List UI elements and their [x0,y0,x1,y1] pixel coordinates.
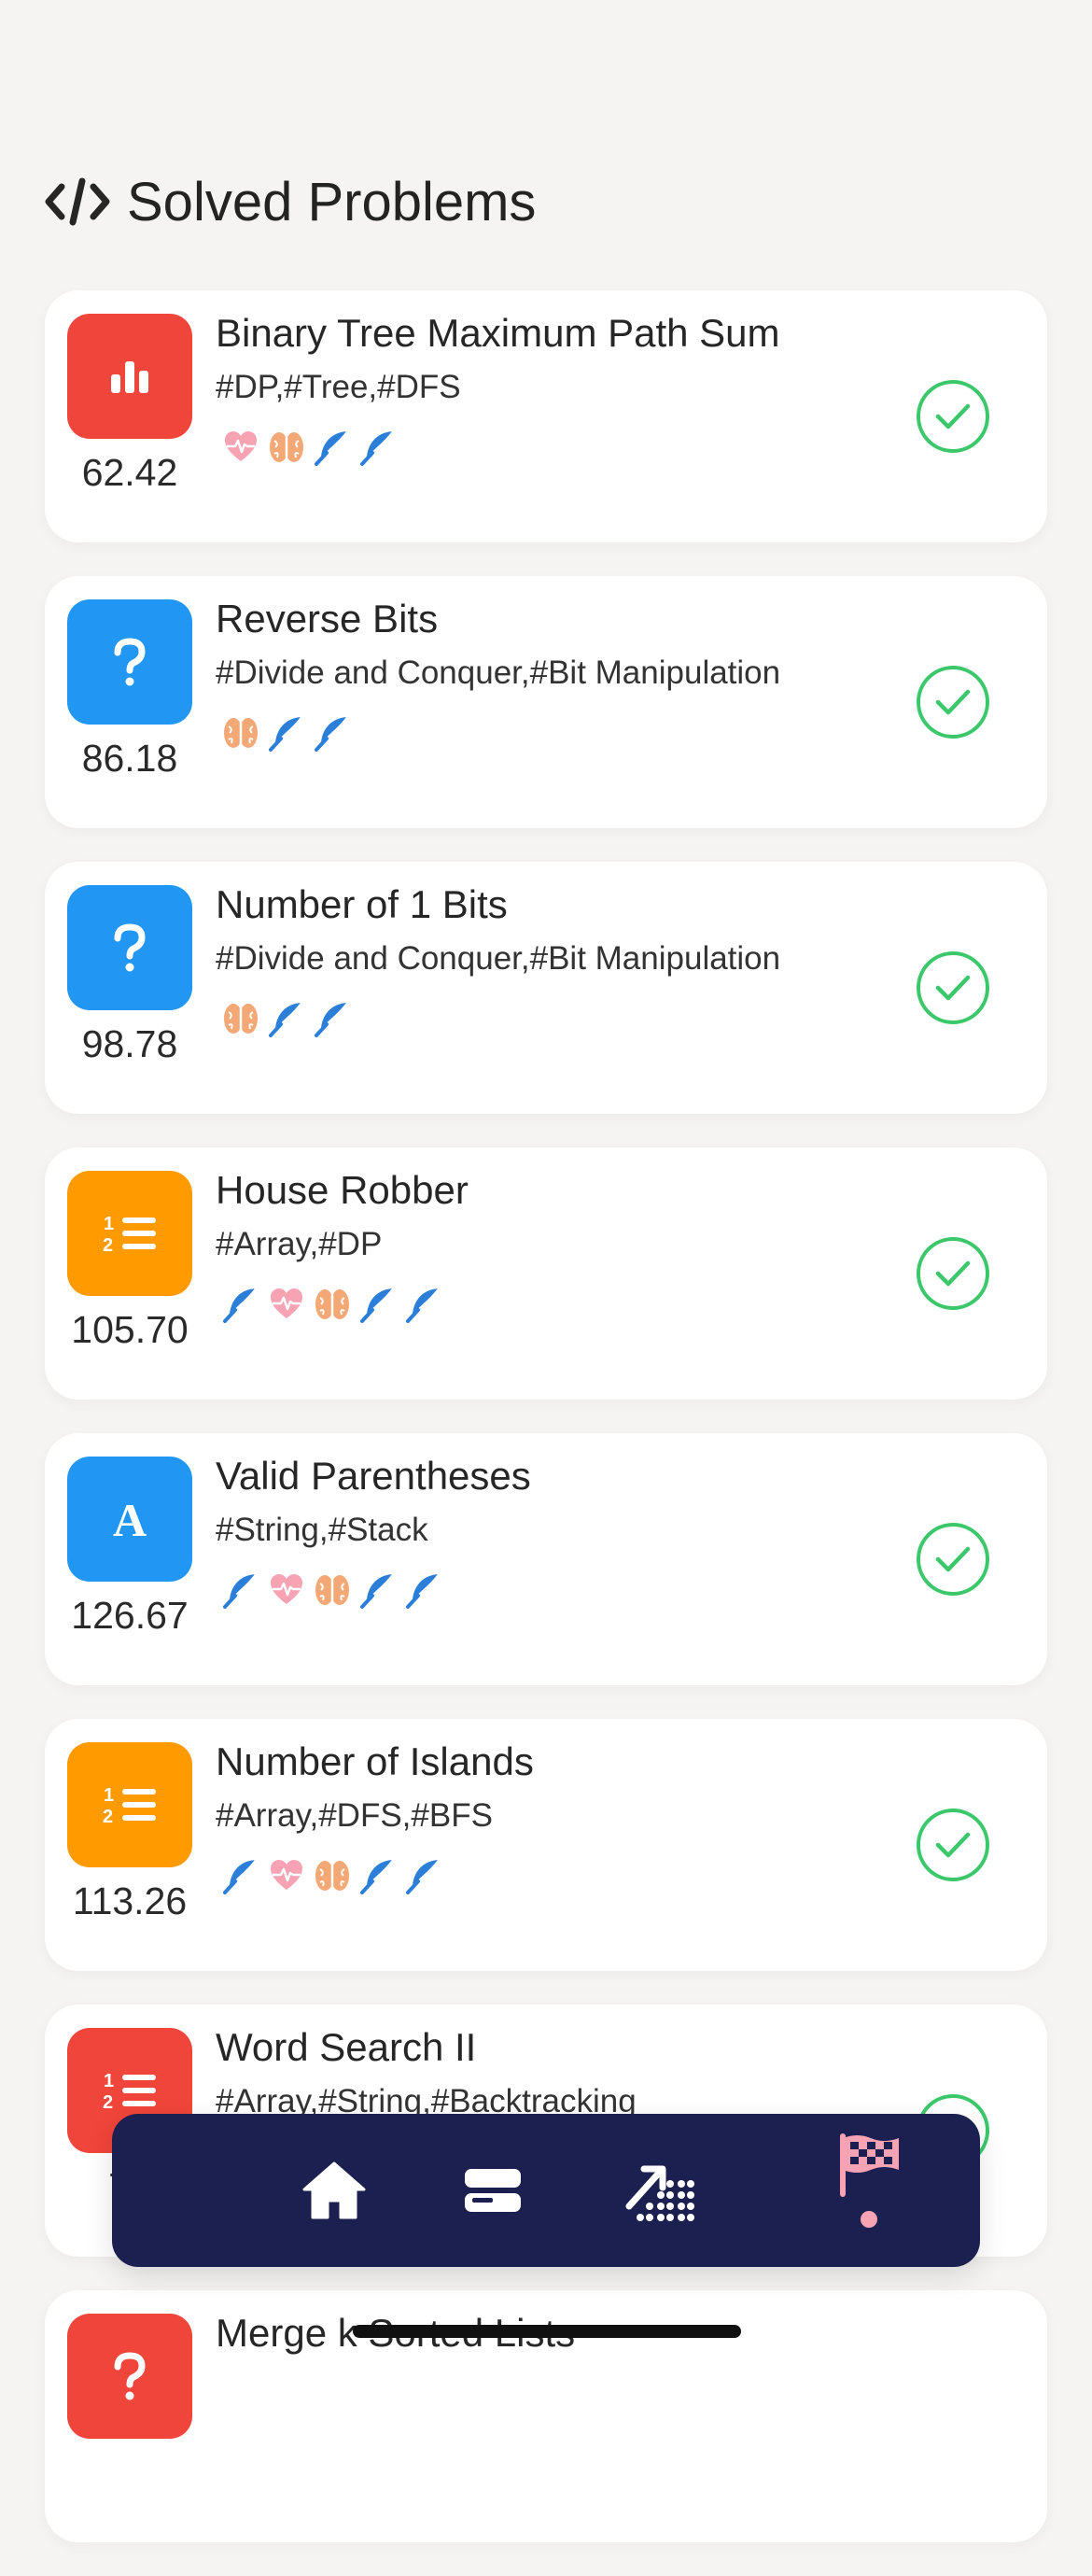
solved-check-icon [917,1809,989,1881]
feather-icon [405,1286,442,1323]
problem-score: 126.67 [71,1594,189,1637]
question-icon [109,2350,150,2402]
stack-icon [465,2169,521,2212]
problem-badge: A [67,1457,192,1582]
problem-tags: #String,#Stack [216,1512,428,1548]
attribute-icons [222,1857,442,1894]
svg-text:1: 1 [104,2071,114,2091]
feather-icon [405,1571,442,1609]
svg-text:2: 2 [103,2092,113,2112]
feather-icon [359,1857,397,1894]
page-title: Solved Problems [127,171,537,232]
problem-card[interactable]: 1 2 105.70 House Robber #Array,#DP [45,1147,1047,1400]
problem-card[interactable]: 62.42 Binary Tree Maximum Path Sum #DP,#Tr… [45,290,1047,542]
brain-icon [314,1857,351,1894]
problem-score: 105.70 [71,1308,189,1351]
feather-icon [222,1857,259,1894]
feather-icon [359,1571,397,1609]
question-icon [109,636,150,688]
feather-icon [222,1571,259,1609]
trend-dots-icon [625,2165,694,2221]
problem-tags: #Array,#DFS,#BFS [216,1797,493,1834]
feather-icon [314,714,351,752]
problem-score: 98.78 [81,1022,178,1065]
problem-score: 62.42 [81,451,178,494]
problem-title: Reverse Bits [216,597,439,640]
brain-icon [222,1000,259,1037]
brain-icon [314,1286,351,1323]
attribute-icons [222,429,397,466]
question-icon [109,922,150,974]
brain-icon [268,429,305,466]
home-icon [302,2161,366,2219]
solved-check-icon [917,666,989,739]
checkered-flag-icon [840,2133,899,2197]
problem-card[interactable]: A 126.67 Valid Parentheses #String,#Stack [45,1433,1047,1685]
svg-text:A: A [113,1496,147,1542]
letter-a-icon: A [106,1496,153,1542]
numbered-list-icon: 12 [102,1783,158,1826]
attribute-icons [222,714,351,752]
feather-icon [359,1286,397,1323]
page-header: Solved Problems [45,164,536,239]
problem-badge: 12 [67,1742,192,1867]
feather-icon [268,1000,305,1037]
solved-check-icon [917,380,989,453]
bar-chart-icon [107,358,152,395]
feather-icon [222,1286,259,1323]
problem-score: 86.18 [81,737,178,780]
brain-icon [314,1571,351,1609]
problem-score: 113.26 [72,1879,188,1922]
feather-icon [268,714,305,752]
problem-badge [67,314,192,439]
solved-check-icon [917,1523,989,1596]
feather-icon [405,1857,442,1894]
bottom-nav [112,2114,980,2267]
heart-icon [268,1571,305,1609]
svg-text:2: 2 [103,1235,113,1255]
problem-title: House Robber [216,1168,469,1212]
code-icon [45,177,110,226]
feather-icon [359,429,397,466]
brain-icon [222,714,259,752]
nav-home-button[interactable] [278,2114,390,2267]
heart-icon [222,429,259,466]
problem-title: Number of Islands [216,1739,534,1783]
problem-card[interactable]: 98.78 Number of 1 Bits #Divide and Conquer… [45,862,1047,1114]
heart-icon [268,1286,305,1323]
problem-card[interactable]: 86.18 Reverse Bits #Divide and Conquer,#Bi… [45,576,1047,828]
problem-tags: #Divide and Conquer,#Bit Manipulation [216,655,781,691]
problem-badge: 12 [67,1171,192,1296]
nav-progress-button[interactable] [603,2114,715,2267]
feather-icon [314,1000,351,1037]
problem-badge [67,2314,192,2439]
problem-badge [67,885,192,1010]
attribute-icons [222,1571,442,1609]
problem-tags: #Array,#DP [216,1226,383,1262]
problem-title: Number of 1 Bits [216,882,508,926]
attribute-icons [222,1286,442,1323]
solved-check-icon [917,951,989,1024]
heart-icon [268,1857,305,1894]
attribute-icons [222,1000,351,1037]
problem-title: Valid Parentheses [216,1454,531,1498]
svg-text:2: 2 [103,1807,113,1826]
feather-icon [314,429,351,466]
home-indicator[interactable] [353,2325,741,2338]
numbered-list-icon: 12 [102,2069,158,2112]
svg-text:1: 1 [104,1785,114,1806]
nav-stack-button[interactable] [437,2114,549,2267]
active-indicator-dot [861,2211,877,2228]
problem-title: Word Search II [216,2025,477,2069]
problem-tags: #DP,#Tree,#DFS [216,369,461,405]
svg-text:1: 1 [104,1214,114,1234]
problem-badge [67,599,192,725]
solved-check-icon [917,1237,989,1310]
problem-tags: #Divide and Conquer,#Bit Manipulation [216,940,781,977]
problem-card[interactable]: 1 2 113.26 Number of Islands #Array,#DFS,#BF… [45,1719,1047,1971]
problem-title: Binary Tree Maximum Path Sum [216,311,780,355]
numbered-list-icon: 12 [102,1212,158,1255]
